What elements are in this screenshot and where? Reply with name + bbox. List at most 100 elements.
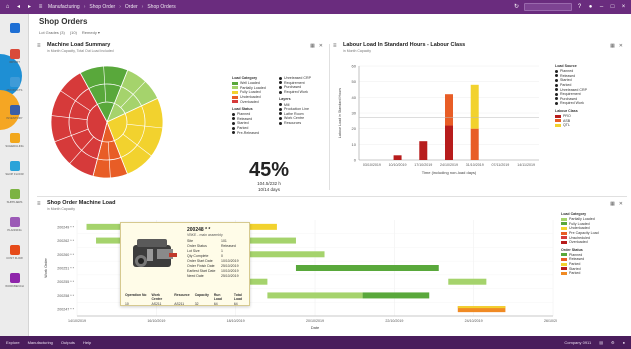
status-item-help[interactable]: Help	[83, 340, 91, 345]
bar-pro[interactable]	[393, 155, 402, 160]
forward-icon[interactable]: ▸	[26, 4, 33, 11]
panel-menu-icon[interactable]: ≡	[37, 201, 41, 207]
sidebar-item-2[interactable]: Products	[0, 70, 29, 98]
legend-item: QTL	[555, 123, 615, 128]
bar-pro[interactable]	[445, 125, 453, 160]
sidebar-item-label: Import	[9, 59, 20, 64]
breadcrumb-0[interactable]: Manufacturing	[48, 4, 80, 10]
company-label[interactable]: Company 0911	[564, 340, 591, 345]
sidebar-item-9[interactable]: Workbench	[0, 266, 29, 294]
x-tick-label: 24/10/2019	[465, 319, 483, 323]
pie-legend: Load Category Well Loaded Partially Loade…	[232, 76, 280, 135]
sidebar-item-label: Planning	[7, 227, 22, 232]
sidebar-item-1[interactable]: Import	[0, 42, 29, 70]
chart-settings-icon[interactable]: ▦	[610, 43, 615, 49]
sidebar-item-8[interactable]: Cost Flow	[0, 238, 29, 266]
legend-item: Resources	[279, 121, 325, 126]
gantt-bar[interactable]	[248, 251, 325, 258]
legend-label: PRO	[563, 114, 571, 119]
chart-icon	[9, 216, 20, 227]
toolbar-item-count[interactable]: (10)	[70, 30, 77, 35]
chart-settings-icon[interactable]: ▦	[310, 43, 315, 49]
chart-settings-icon[interactable]: ▦	[610, 201, 615, 207]
settings-icon[interactable]: ⚙	[611, 340, 615, 345]
legend-marker	[279, 121, 282, 125]
y-tick-label: 0	[354, 158, 357, 163]
tooltip-table-cell: AS211	[151, 302, 162, 306]
sidebar-item-3[interactable]: Inventory	[0, 98, 29, 126]
globe-icon	[9, 188, 20, 199]
legend-label: ASB	[563, 118, 571, 123]
panel-menu-icon[interactable]: ≡	[37, 43, 41, 49]
breadcrumb-3[interactable]: Shop Orders	[147, 4, 175, 10]
bar-qtl[interactable]	[470, 84, 479, 129]
legend-label: Pre-Released	[237, 130, 259, 135]
legend-label: Started	[237, 121, 249, 126]
close-icon[interactable]: ×	[620, 4, 627, 11]
x-tick-label: 22/10/2019	[385, 319, 403, 323]
x-tick-label: 26/10/2019	[544, 319, 557, 323]
gantt-bar[interactable]	[267, 292, 363, 299]
legend-title-load-status: Load Status	[232, 106, 253, 111]
sidebar-item-label: Shop Floor	[5, 171, 24, 176]
panel-close-icon[interactable]: ✕	[619, 43, 623, 49]
grid-icon	[9, 22, 20, 33]
legend-swatch	[561, 262, 567, 266]
legend-label: Lathe Room	[284, 111, 304, 116]
y-tick-label: 30	[352, 111, 357, 116]
bar-asb[interactable]	[445, 94, 453, 126]
sidebar-item-4[interactable]: Scheduling	[0, 126, 29, 154]
tooltip-key: Need Date	[187, 274, 204, 278]
user-icon[interactable]: ●	[623, 340, 625, 345]
legend-swatch	[555, 123, 561, 127]
legend-swatch	[561, 222, 567, 226]
search-input[interactable]	[524, 3, 572, 11]
legend-label: Fully Loaded	[240, 90, 261, 95]
breadcrumb-2[interactable]: Order	[125, 4, 138, 10]
legend-label: Pre Capacity Load	[569, 231, 599, 236]
sidebar-item-6[interactable]: Suppliers	[0, 182, 29, 210]
home-icon[interactable]: ⌂	[4, 4, 11, 11]
legend-swatch	[561, 236, 567, 240]
maximize-icon[interactable]: □	[609, 4, 616, 11]
legend-label: Started	[560, 78, 572, 83]
bar-pro[interactable]	[419, 141, 428, 160]
tooltip-value: Released	[221, 244, 236, 248]
sub-toolbar: Lot Grades (3) (10) Remedy ▾	[39, 30, 100, 35]
bar-asb[interactable]	[470, 128, 479, 160]
gantt-bar[interactable]	[295, 265, 439, 271]
sidebar-item-0[interactable]	[0, 14, 29, 42]
breadcrumb-1[interactable]: Shop Order	[89, 4, 115, 10]
help-icon[interactable]: ?	[576, 4, 583, 11]
legend-label: Parked	[237, 126, 249, 131]
legend-swatch	[561, 267, 567, 271]
menu-icon[interactable]: ≡	[37, 4, 44, 11]
status-item-manufacturing[interactable]: Manufacturing	[28, 340, 53, 345]
panel-title: Machine Load Summary	[47, 42, 111, 48]
refresh-icon[interactable]: ↻	[513, 4, 520, 11]
panel-menu-icon[interactable]: ≡	[333, 43, 337, 49]
gantt-status-legend: Planned Released Parked Started Parked	[561, 253, 623, 276]
legend-marker	[555, 97, 558, 101]
minimize-icon[interactable]: –	[598, 4, 605, 11]
toolbar-item-remedy[interactable]: Remedy ▾	[82, 30, 100, 35]
print-icon[interactable]: ▤	[599, 340, 603, 345]
gantt-bar[interactable]	[457, 306, 506, 309]
status-item-explore[interactable]: Explore	[6, 340, 20, 345]
sidebar-item-5[interactable]: Shop Floor	[0, 154, 29, 182]
y-tick-label: 40	[352, 95, 357, 100]
gantt-bar[interactable]	[362, 292, 430, 299]
panel-close-icon[interactable]: ✕	[619, 201, 623, 207]
back-icon[interactable]: ◂	[15, 4, 22, 11]
panel-divider-horizontal	[37, 196, 627, 197]
panel-close-icon[interactable]: ✕	[319, 43, 323, 49]
panel-actions: ▦ ✕	[310, 43, 323, 49]
sidebar-item-7[interactable]: Planning	[0, 210, 29, 238]
sidebar-item-label: Products	[6, 87, 23, 92]
row-label: 200251 * *	[57, 267, 74, 271]
gantt-bar[interactable]	[448, 278, 487, 285]
toolbar-item-lot-grades[interactable]: Lot Grades (3)	[39, 30, 65, 35]
user-icon[interactable]: ●	[587, 4, 594, 11]
status-item-outputs[interactable]: Outputs	[61, 340, 75, 345]
legend-swatch	[232, 86, 238, 90]
